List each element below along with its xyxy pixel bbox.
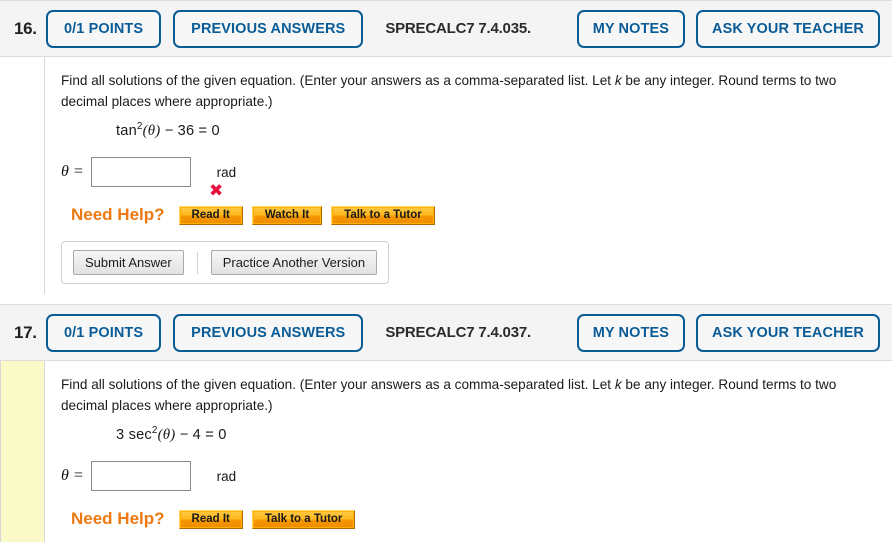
question-header-17: 17. 0/1 POINTS PREVIOUS ANSWERS SPRECALC… — [0, 304, 892, 362]
prompt-variable-k: k — [614, 377, 622, 393]
my-notes-button[interactable]: MY NOTES — [576, 9, 685, 48]
question-separator — [0, 294, 892, 305]
equation-remainder: − 4 = 0 — [175, 427, 227, 444]
equation-coefficient: 3 — [116, 427, 129, 444]
need-help-label: Need Help? — [71, 509, 165, 529]
question-content: Find all solutions of the given equation… — [45, 57, 892, 295]
my-notes-button[interactable]: MY NOTES — [576, 313, 685, 352]
points-badge[interactable]: 0/1 POINTS — [46, 9, 162, 48]
previous-answers-button[interactable]: PREVIOUS ANSWERS — [173, 313, 364, 352]
ask-your-teacher-button[interactable]: ASK YOUR TEACHER — [696, 313, 880, 352]
submit-answer-button[interactable]: Submit Answer — [73, 250, 184, 276]
equation-argument: (θ) — [142, 123, 161, 140]
ask-your-teacher-button[interactable]: ASK YOUR TEACHER — [696, 9, 880, 48]
equation-function: tan — [116, 123, 137, 140]
read-it-button[interactable]: Read It — [178, 509, 243, 529]
question-prompt: Find all solutions of the given equation… — [61, 70, 876, 112]
equation-argument: (θ) — [157, 427, 176, 444]
question-prompt: Find all solutions of the given equation… — [61, 374, 876, 416]
assignment-page: 16. 0/1 POINTS PREVIOUS ANSWERS SPRECALC… — [0, 0, 892, 542]
question-content: Find all solutions of the given equation… — [45, 361, 892, 542]
question-gutter — [0, 57, 45, 295]
unit-label: rad — [216, 468, 237, 484]
question-code: SPRECALC7 7.4.037. — [385, 324, 531, 342]
prompt-variable-k: k — [614, 73, 622, 88]
theta-label: θ = — [61, 163, 84, 181]
incorrect-mark-icon: ✖ — [209, 181, 224, 202]
question-number: 17. — [14, 322, 37, 342]
answer-row: θ = rad — [61, 461, 876, 492]
points-badge[interactable]: 0/1 POINTS — [46, 313, 162, 352]
need-help-row: Need Help? Read It Talk to a Tutor — [71, 509, 876, 529]
question-number: 16. — [14, 18, 37, 38]
answer-row: θ = rad ✖ — [61, 157, 876, 200]
header-actions: MY NOTES ASK YOUR TEACHER — [576, 9, 880, 48]
question-block-16: 16. 0/1 POINTS PREVIOUS ANSWERS SPRECALC… — [0, 0, 892, 295]
question-header-16: 16. 0/1 POINTS PREVIOUS ANSWERS SPRECALC… — [0, 0, 892, 57]
theta-label: θ = — [61, 467, 84, 485]
header-actions: MY NOTES ASK YOUR TEACHER — [576, 313, 880, 352]
read-it-button[interactable]: Read It — [178, 205, 243, 225]
talk-to-a-tutor-button[interactable]: Talk to a Tutor — [251, 509, 356, 529]
unit-label: rad — [216, 164, 237, 180]
content-tail-space — [61, 529, 876, 539]
need-help-row: Need Help? Read It Watch It Talk to a Tu… — [71, 205, 876, 225]
question-body-17: Find all solutions of the given equation… — [0, 361, 892, 542]
button-divider — [196, 251, 198, 274]
equation: 3 sec2(θ) − 4 = 0 — [116, 426, 876, 444]
prompt-text-start: Find all solutions of the given equation… — [61, 73, 615, 88]
practice-another-version-button[interactable]: Practice Another Version — [210, 250, 378, 276]
answer-input[interactable] — [90, 157, 191, 188]
watch-it-button[interactable]: Watch It — [251, 205, 323, 225]
submit-strip: Submit Answer Practice Another Version — [61, 241, 390, 285]
talk-to-a-tutor-button[interactable]: Talk to a Tutor — [331, 205, 435, 225]
equation: tan2(θ) − 36 = 0 — [116, 122, 876, 140]
previous-answers-button[interactable]: PREVIOUS ANSWERS — [173, 9, 364, 48]
need-help-label: Need Help? — [71, 205, 165, 225]
equation-function: sec — [128, 427, 152, 444]
answer-input[interactable] — [90, 461, 191, 492]
question-code: SPRECALC7 7.4.035. — [385, 20, 531, 37]
question-body-16: Find all solutions of the given equation… — [0, 57, 892, 295]
prompt-text-start: Find all solutions of the given equation… — [61, 377, 615, 393]
question-block-17: 17. 0/1 POINTS PREVIOUS ANSWERS SPRECALC… — [0, 304, 892, 542]
equation-remainder: − 36 = 0 — [160, 123, 220, 140]
question-gutter-flagged — [0, 361, 45, 542]
